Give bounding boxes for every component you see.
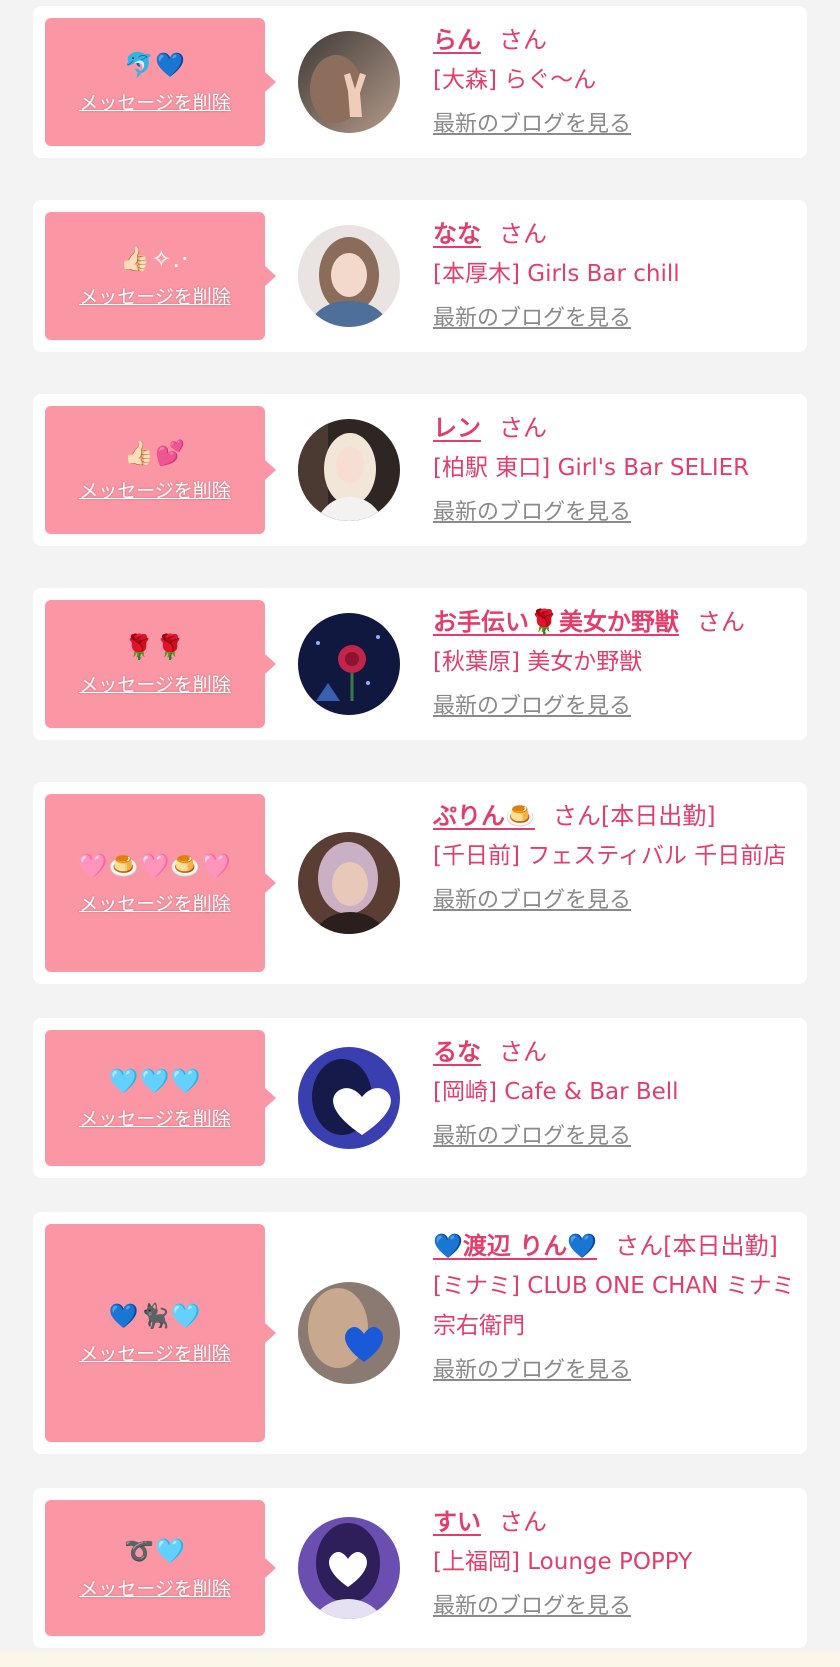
shop-name: [柏駅 東口] Girl's Bar SELIER bbox=[433, 455, 750, 481]
sender-name-link[interactable]: お手伝い🌹美女か野獣 bbox=[433, 608, 679, 636]
message-bubble: 🩵🩵🩵 メッセージを削除 bbox=[45, 1030, 276, 1166]
shop-name: [大森] らぐ〜ん bbox=[433, 67, 597, 93]
message-card: 👍🏻✧.· メッセージを削除 なな さん [本厚木] Girls Bar chil… bbox=[33, 200, 807, 352]
view-blog-link[interactable]: 最新のブログを見る bbox=[433, 690, 631, 724]
avatar[interactable] bbox=[298, 419, 400, 521]
avatar[interactable] bbox=[298, 1047, 400, 1149]
message-card: 🌹🌹 メッセージを削除 お手伝い🌹美女か野獣 さん [秋葉原] 美女か野獣 最新の… bbox=[33, 588, 807, 740]
delete-message-button[interactable]: メッセージを削除 bbox=[79, 88, 231, 115]
message-emoji: 🌹🌹 bbox=[124, 632, 186, 661]
sender-suffix: さん[本日出勤] bbox=[552, 802, 716, 830]
footer-strip bbox=[0, 1652, 840, 1667]
message-bubble: 👍🏻💕 メッセージを削除 bbox=[45, 406, 276, 534]
avatar[interactable] bbox=[298, 225, 400, 327]
message-emoji: 🩷🍮🩷🍮🩷 bbox=[77, 851, 233, 880]
avatar[interactable] bbox=[298, 832, 400, 934]
delete-message-button[interactable]: メッセージを削除 bbox=[79, 476, 231, 503]
heart-face-photo-icon bbox=[298, 1282, 400, 1384]
message-bubble: 👍🏻✧.· メッセージを削除 bbox=[45, 212, 276, 340]
message-emoji: ➰🩵 bbox=[124, 1536, 186, 1565]
view-blog-link[interactable]: 最新のブログを見る bbox=[433, 302, 631, 336]
sender-suffix: さん bbox=[499, 220, 547, 248]
message-card: 🐬💙 メッセージを削除 らん さん [大森] らぐ〜ん 最新のブログを見る bbox=[33, 6, 807, 158]
view-blog-link[interactable]: 最新のブログを見る bbox=[433, 1590, 631, 1624]
rose-photo-icon bbox=[298, 613, 400, 715]
sender-name-link[interactable]: レン bbox=[433, 414, 481, 442]
avatar[interactable] bbox=[298, 613, 400, 715]
sender-suffix: さん bbox=[499, 1508, 547, 1536]
sender-info: 💙渡辺 りん💙 さん[本日出勤] [ミナミ] CLUB ONE CHAN ミナミ … bbox=[433, 1226, 795, 1388]
message-bubble: 🌹🌹 メッセージを削除 bbox=[45, 600, 276, 728]
view-blog-link[interactable]: 最新のブログを見る bbox=[433, 884, 631, 918]
message-card: 💙🐈‍⬛🩵 メッセージを削除 💙渡辺 りん💙 さん[本日出勤] [ミナミ] CLU… bbox=[33, 1212, 807, 1454]
message-bubble: ➰🩵 メッセージを削除 bbox=[45, 1500, 276, 1636]
delete-message-button[interactable]: メッセージを削除 bbox=[79, 1574, 231, 1601]
peace-sign-photo-icon bbox=[298, 31, 400, 133]
sender-name-link[interactable]: らん bbox=[433, 26, 481, 54]
message-card: 🩷🍮🩷🍮🩷 メッセージを削除 ぷりん🍮 さん[本日出勤] [千日前] フェスティバ… bbox=[33, 782, 807, 984]
sender-suffix: さん[本日出勤] bbox=[615, 1232, 778, 1260]
delete-message-button[interactable]: メッセージを削除 bbox=[79, 889, 231, 916]
message-list: 🐬💙 メッセージを削除 らん さん [大森] らぐ〜ん 最新のブログを見る 👍🏻✧… bbox=[0, 0, 840, 1667]
view-blog-link[interactable]: 最新のブログを見る bbox=[433, 496, 631, 530]
heart-face-photo-icon bbox=[298, 1047, 400, 1149]
message-emoji: 👍🏻💕 bbox=[124, 438, 186, 467]
shop-name: [上福岡] Lounge POPPY bbox=[433, 1549, 693, 1575]
girl-photo-icon bbox=[298, 225, 400, 327]
shop-name: [千日前] フェスティバル 千日前店 bbox=[433, 843, 787, 869]
message-emoji: 💙🐈‍⬛🩵 bbox=[108, 1301, 202, 1330]
message-bubble: 💙🐈‍⬛🩵 メッセージを削除 bbox=[45, 1224, 276, 1442]
message-emoji: 🐬💙 bbox=[124, 50, 186, 79]
message-emoji: 🩵🩵🩵 bbox=[108, 1066, 202, 1095]
sender-suffix: さん bbox=[499, 1038, 547, 1066]
message-card: ➰🩵 メッセージを削除 すい さん [上福岡] Lounge POPPY 最新のブ… bbox=[33, 1488, 807, 1648]
sender-name-link[interactable]: なな bbox=[433, 220, 481, 248]
sender-info: レン さん [柏駅 東口] Girl's Bar SELIER 最新のブログを見る bbox=[433, 408, 795, 530]
sender-info: ぷりん🍮 さん[本日出勤] [千日前] フェスティバル 千日前店 最新のブログを見… bbox=[433, 796, 795, 918]
shop-name: [本厚木] Girls Bar chill bbox=[433, 261, 680, 287]
delete-message-button[interactable]: メッセージを削除 bbox=[79, 1104, 231, 1131]
sender-name-link[interactable]: ぷりん🍮 bbox=[433, 802, 535, 830]
view-blog-link[interactable]: 最新のブログを見る bbox=[433, 1120, 631, 1154]
avatar[interactable] bbox=[298, 1282, 400, 1384]
sender-suffix: さん bbox=[499, 414, 547, 442]
shop-name: [岡崎] Cafe & Bar Bell bbox=[433, 1079, 679, 1105]
sender-info: るな さん [岡崎] Cafe & Bar Bell 最新のブログを見る bbox=[433, 1032, 795, 1154]
avatar[interactable] bbox=[298, 31, 400, 133]
message-card: 👍🏻💕 メッセージを削除 レン さん [柏駅 東口] Girl's Bar SEL… bbox=[33, 394, 807, 546]
sender-info: なな さん [本厚木] Girls Bar chill 最新のブログを見る bbox=[433, 214, 795, 336]
message-emoji: 👍🏻✧.· bbox=[120, 244, 190, 273]
view-blog-link[interactable]: 最新のブログを見る bbox=[433, 1354, 631, 1388]
sender-info: らん さん [大森] らぐ〜ん 最新のブログを見る bbox=[433, 20, 795, 142]
shop-name: [秋葉原] 美女か野獣 bbox=[433, 649, 643, 675]
girl-photo-icon bbox=[298, 832, 400, 934]
message-bubble: 🐬💙 メッセージを削除 bbox=[45, 18, 276, 146]
sender-suffix: さん bbox=[499, 26, 547, 54]
sender-info: すい さん [上福岡] Lounge POPPY 最新のブログを見る bbox=[433, 1502, 795, 1624]
heart-face-photo-icon bbox=[298, 1517, 400, 1619]
sender-info: お手伝い🌹美女か野獣 さん [秋葉原] 美女か野獣 最新のブログを見る bbox=[433, 602, 795, 724]
sender-name-link[interactable]: 💙渡辺 りん💙 bbox=[433, 1232, 597, 1260]
sender-name-link[interactable]: すい bbox=[433, 1508, 481, 1536]
view-blog-link[interactable]: 最新のブログを見る bbox=[433, 108, 631, 142]
delete-message-button[interactable]: メッセージを削除 bbox=[79, 282, 231, 309]
message-card: 🩵🩵🩵 メッセージを削除 るな さん [岡崎] Cafe & Bar Bell 最… bbox=[33, 1018, 807, 1178]
sender-name-link[interactable]: るな bbox=[433, 1038, 481, 1066]
sender-suffix: さん bbox=[696, 608, 745, 636]
avatar[interactable] bbox=[298, 1517, 400, 1619]
delete-message-button[interactable]: メッセージを削除 bbox=[79, 670, 231, 697]
message-bubble: 🩷🍮🩷🍮🩷 メッセージを削除 bbox=[45, 794, 276, 972]
shop-name: [ミナミ] CLUB ONE CHAN ミナミ 宗右衛門 bbox=[433, 1273, 795, 1339]
delete-message-button[interactable]: メッセージを削除 bbox=[79, 1339, 231, 1366]
girl-photo-icon bbox=[298, 419, 400, 521]
